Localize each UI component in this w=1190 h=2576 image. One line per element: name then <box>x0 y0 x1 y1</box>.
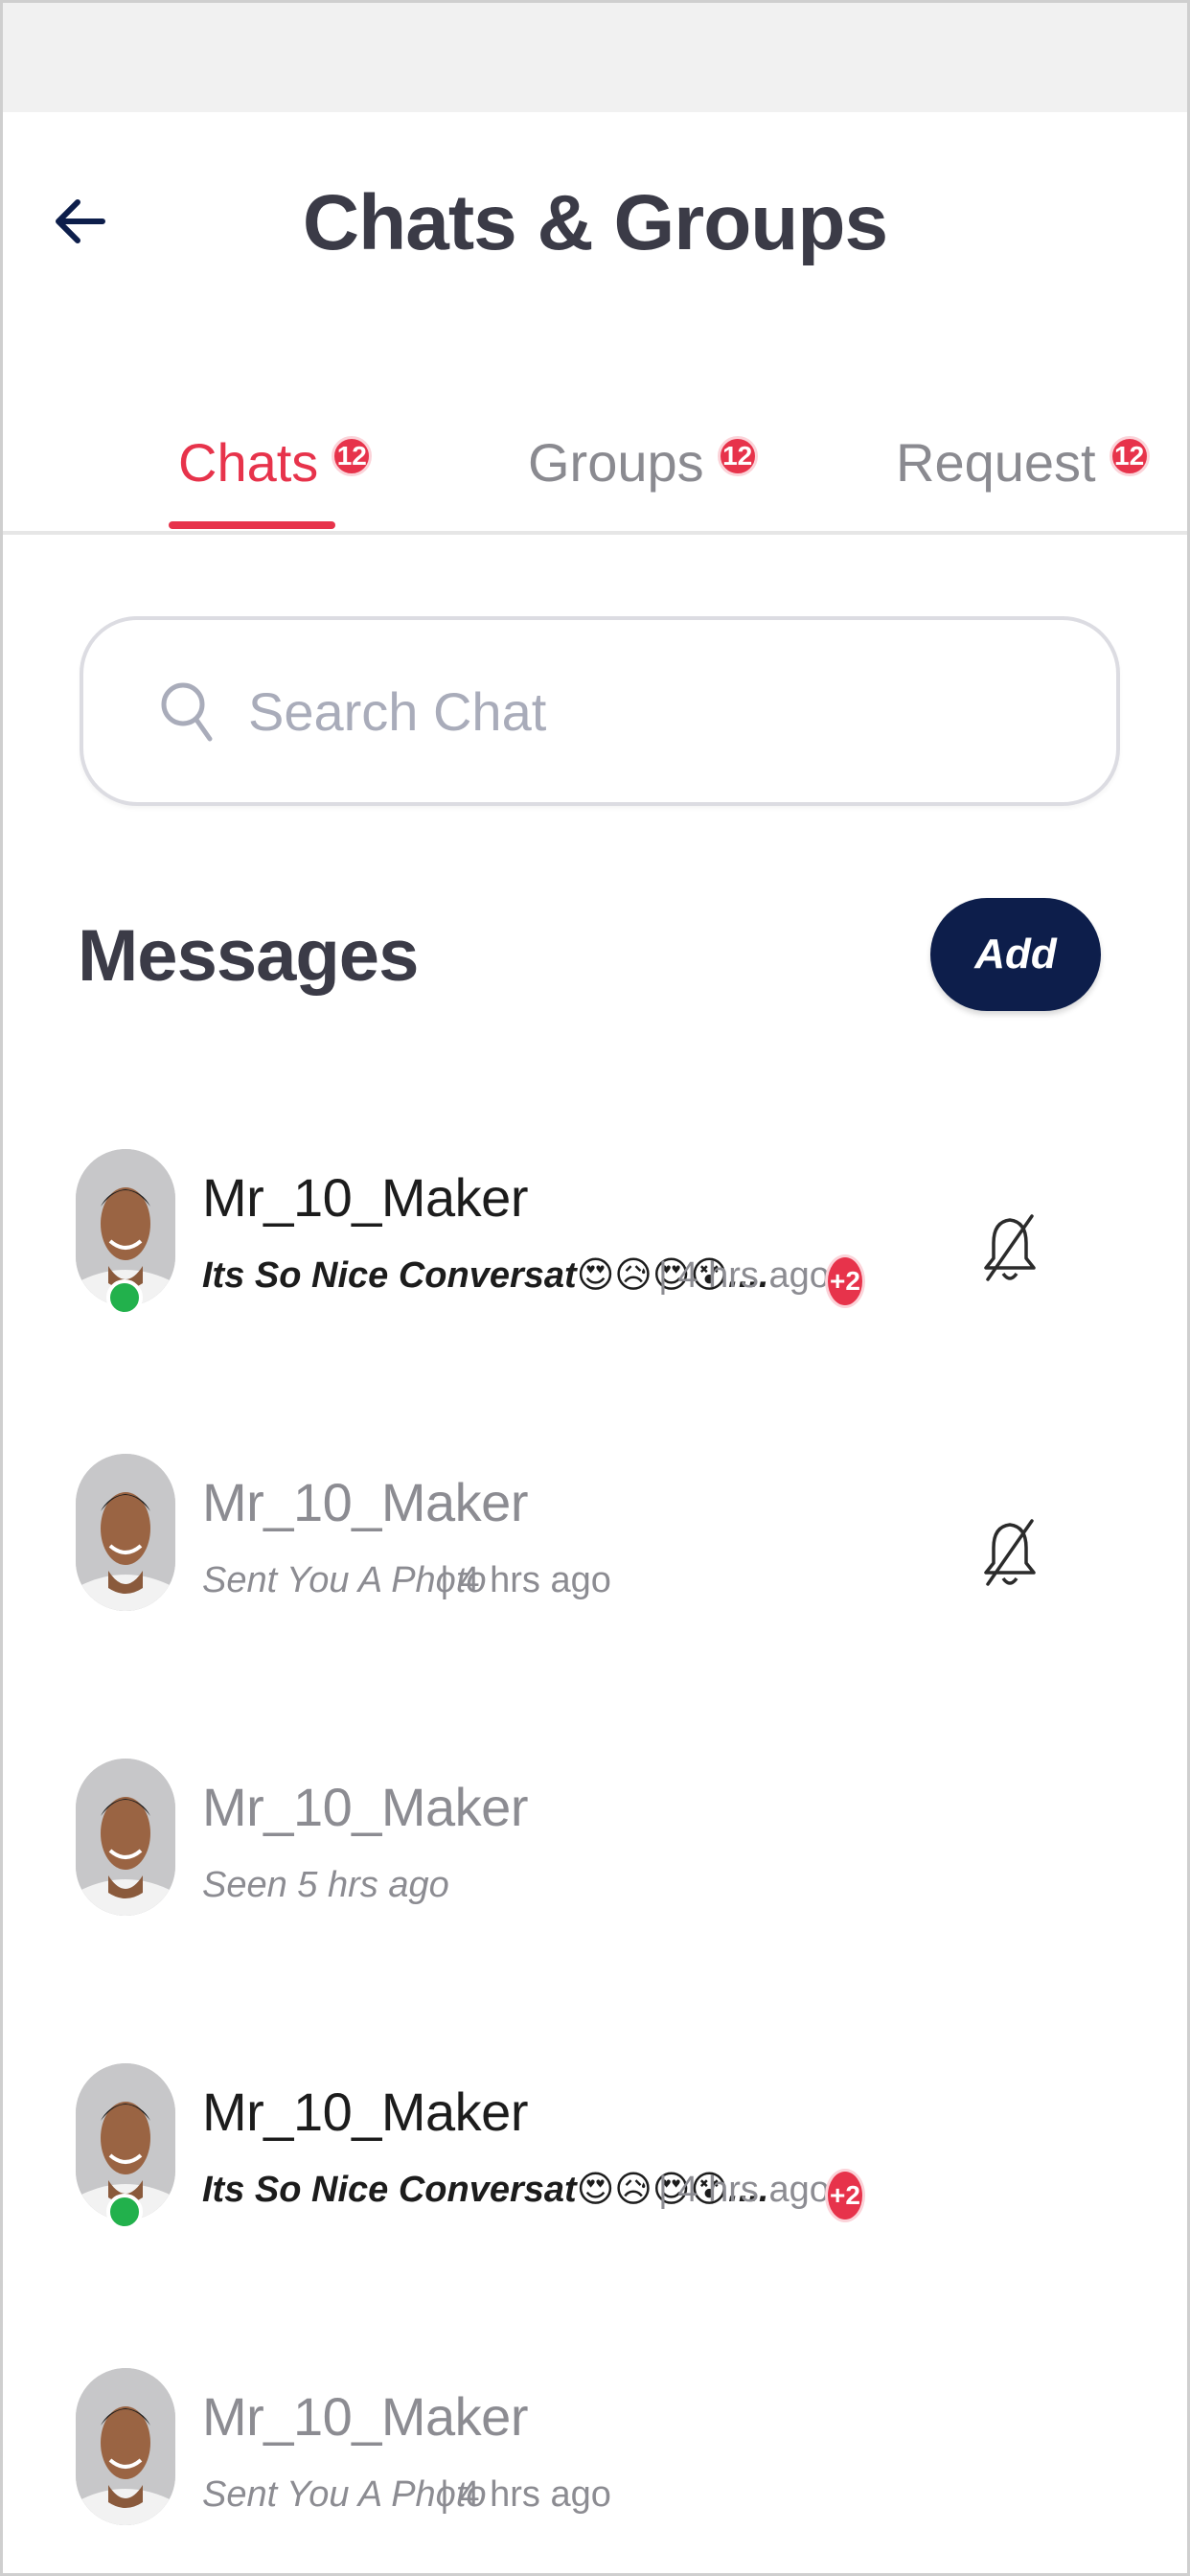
tab-label: Chats <box>178 432 319 493</box>
message-time: | 4 hrs ago <box>658 2170 830 2210</box>
chat-list: Mr_10_Maker Its So Nice Conversat😍😥😍😵...… <box>3 1143 1187 2573</box>
tab-groups[interactable]: Groups 12 <box>528 425 758 535</box>
messages-heading: Messages <box>78 915 419 997</box>
tab-request[interactable]: Request 12 <box>896 425 1150 535</box>
message-time: | 4 hrs ago <box>440 1560 611 1600</box>
bell-off-icon[interactable] <box>980 1210 1040 1287</box>
contact-name: Mr_10_Maker <box>202 2386 528 2447</box>
chat-list-item[interactable]: Mr_10_Maker Sent You A Photo | 4 hrs ago <box>3 1448 1187 1753</box>
tab-count-badge: 12 <box>717 436 758 476</box>
tab-label: Groups <box>528 432 704 493</box>
chat-list-item[interactable]: Mr_10_Maker Its So Nice Conversat😍😥😍😵...… <box>3 1143 1187 1448</box>
chat-list-item[interactable]: Mr_10_Maker Seen 5 hrs ago <box>3 1753 1187 2058</box>
unread-count-badge: +2 <box>825 2169 865 2222</box>
unread-count-badge: +2 <box>825 1254 865 1308</box>
active-tab-indicator <box>169 521 335 529</box>
tab-count-badge: 12 <box>332 436 373 476</box>
page-title: Chats & Groups <box>302 179 888 266</box>
avatar <box>76 1454 175 1611</box>
app-screen: Chats & Groups Chats 12 Groups 12 Reques… <box>0 0 1190 2576</box>
tab-bar: Chats 12 Groups 12 Request 12 <box>3 405 1187 535</box>
chat-list-item[interactable]: Mr_10_Maker Its So Nice Conversat😍😥😍😵...… <box>3 2058 1187 2362</box>
avatar <box>76 2368 175 2525</box>
message-time: | 4 hrs ago <box>658 1255 830 1296</box>
bell-off-icon[interactable] <box>980 1515 1040 1592</box>
contact-name: Mr_10_Maker <box>202 1777 528 1837</box>
chat-list-item[interactable]: Mr_10_Maker Sent You A Photo | 4 hrs ago <box>3 2362 1187 2573</box>
search-input[interactable] <box>248 679 1015 743</box>
message-preview: Seen 5 hrs ago <box>202 1865 449 1905</box>
contact-name: Mr_10_Maker <box>202 1167 528 1228</box>
contact-name: Mr_10_Maker <box>202 1472 528 1532</box>
message-time: | 4 hrs ago <box>440 2474 611 2515</box>
status-bar <box>3 3 1187 112</box>
online-status-dot <box>106 1279 143 1316</box>
tab-count-badge: 12 <box>1109 436 1150 476</box>
contact-name: Mr_10_Maker <box>202 2082 528 2142</box>
search-bar <box>80 616 1120 806</box>
tab-chats[interactable]: Chats 12 <box>178 425 373 535</box>
tab-label: Request <box>896 432 1096 493</box>
online-status-dot <box>106 2194 143 2230</box>
avatar <box>76 1759 175 1916</box>
search-icon <box>161 682 213 742</box>
add-button[interactable]: Add <box>930 898 1101 1011</box>
